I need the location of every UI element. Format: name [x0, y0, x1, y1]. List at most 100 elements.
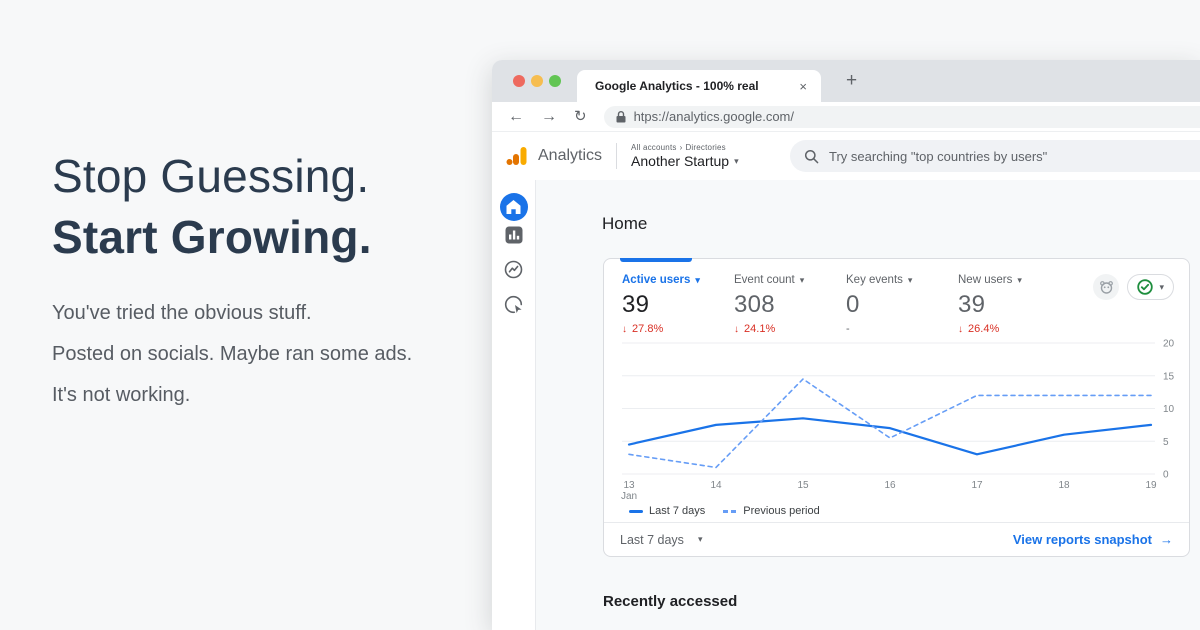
new-tab-button[interactable]: + [840, 68, 863, 94]
legend-item: Last 7 days [629, 505, 705, 517]
page-title: Home [602, 214, 647, 234]
dashed-line-icon [723, 510, 737, 513]
date-range-selector[interactable]: Last 7 days ▾ [620, 533, 702, 547]
search-icon [804, 149, 819, 164]
card-tools: ▾ [1093, 274, 1174, 300]
metric-label: Key events [846, 274, 903, 286]
analytics-logo-icon [505, 144, 529, 168]
svg-text:13: 13 [623, 480, 635, 491]
svg-text:0: 0 [1163, 470, 1169, 481]
insights-icon [1099, 280, 1114, 295]
cta-label: View reports snapshot [1013, 532, 1152, 547]
svg-text:15: 15 [797, 480, 809, 491]
series-solid [629, 418, 1151, 454]
svg-text:10: 10 [1163, 404, 1175, 415]
bar-chart-icon [505, 226, 523, 244]
chevron-icon: › [680, 143, 683, 152]
ga-search-bar[interactable] [790, 140, 1200, 172]
minimize-window-button[interactable] [531, 75, 543, 87]
home-icon [506, 200, 521, 214]
chart-legend: Last 7 days Previous period [629, 505, 820, 517]
tab-close-icon[interactable]: × [797, 79, 809, 94]
hero-body-line: You've tried the obvious stuff. [52, 293, 482, 334]
ga-header: Analytics All accounts›Directories Anoth… [492, 132, 1200, 180]
svg-text:Jan: Jan [621, 491, 637, 502]
chevron-down-icon: ▾ [1159, 282, 1164, 293]
browser-tab-strip: Google Analytics - 100% real × + [492, 60, 1200, 102]
hero-body-line: It's not working. [52, 375, 482, 416]
advertising-icon [504, 295, 523, 314]
card-footer: Last 7 days ▾ View reports snapshot → [604, 522, 1189, 556]
chevron-down-icon: ▾ [698, 534, 703, 545]
ga-body: Home Active users▾39↓ 27.8%Event count▾3… [492, 180, 1200, 630]
maximize-window-button[interactable] [549, 75, 561, 87]
browser-toolbar: ← → ↻ htps://analytics.google.com/ [492, 102, 1200, 132]
svg-text:18: 18 [1058, 480, 1070, 491]
arrow-right-icon: → [1160, 532, 1173, 547]
svg-text:19: 19 [1145, 480, 1157, 491]
metric-value: 39 [958, 291, 1070, 319]
hero-body-line: Posted on socials. Maybe ran some ads. [52, 334, 482, 375]
ga-main: Home Active users▾39↓ 27.8%Event count▾3… [536, 180, 1200, 630]
chevron-down-icon: ▾ [800, 275, 805, 286]
legend-item: Previous period [723, 505, 819, 517]
window-controls [513, 75, 561, 87]
forward-icon[interactable]: → [541, 109, 557, 125]
ga-sidebar [492, 180, 536, 630]
explore-icon [504, 260, 523, 279]
close-window-button[interactable] [513, 75, 525, 87]
chevron-down-icon: ▾ [734, 156, 739, 167]
insights-button[interactable] [1093, 274, 1119, 300]
address-bar[interactable]: htps://analytics.google.com/ [604, 106, 1200, 128]
solid-line-icon [629, 510, 643, 513]
reload-icon[interactable]: ↻ [574, 109, 587, 124]
sidebar-item-home[interactable] [500, 193, 528, 221]
series-dashed [629, 379, 1151, 467]
back-icon[interactable]: ← [508, 109, 524, 125]
hero-title-line2: Start Growing. [52, 207, 482, 268]
search-input[interactable] [829, 149, 1186, 164]
metric-active-users[interactable]: Active users▾39↓ 27.8% [622, 274, 734, 335]
hero-title-line1: Stop Guessing. [52, 146, 482, 207]
home-chart[interactable]: 0510152013141516171819Jan [604, 329, 1191, 505]
metric-label: Event count [734, 274, 795, 286]
metric-key-events[interactable]: Key events▾0- [846, 274, 958, 335]
ga-product-name: Analytics [538, 147, 602, 165]
metric-value: 39 [622, 291, 734, 319]
sidebar-item-reports[interactable] [504, 225, 524, 245]
home-overview-card: Active users▾39↓ 27.8%Event count▾308↓ 2… [603, 258, 1190, 557]
metric-label: New users [958, 274, 1012, 286]
account-switcher[interactable]: All accounts›Directories Another Startup… [631, 143, 739, 169]
metric-event-count[interactable]: Event count▾308↓ 24.1% [734, 274, 846, 335]
active-metric-indicator [620, 258, 692, 262]
legend-label: Previous period [743, 505, 819, 517]
sidebar-item-explore[interactable] [504, 259, 524, 279]
metric-label: Active users [622, 274, 690, 286]
svg-text:20: 20 [1163, 339, 1175, 350]
account-name: Another Startup [631, 153, 729, 169]
recently-accessed-title: Recently accessed [603, 593, 737, 610]
chevron-down-icon: ▾ [1017, 275, 1022, 286]
chevron-down-icon: ▾ [695, 275, 700, 286]
hero-body: You've tried the obvious stuff. Posted o… [52, 293, 482, 416]
metric-new-users[interactable]: New users▾39↓ 26.4% [958, 274, 1070, 335]
breadcrumb: All accounts›Directories [631, 143, 739, 152]
data-quality-button[interactable]: ▾ [1127, 274, 1174, 300]
sidebar-item-advertising[interactable] [504, 294, 524, 314]
metric-value: 0 [846, 291, 958, 319]
svg-text:5: 5 [1163, 437, 1169, 448]
view-reports-snapshot-link[interactable]: View reports snapshot → [1013, 532, 1173, 547]
tab-title: Google Analytics - 100% real [595, 79, 797, 93]
svg-text:14: 14 [710, 480, 722, 491]
metric-value: 308 [734, 291, 846, 319]
legend-label: Last 7 days [649, 505, 705, 517]
svg-text:15: 15 [1163, 371, 1175, 382]
url-text: htps://analytics.google.com/ [634, 109, 794, 124]
browser-tab[interactable]: Google Analytics - 100% real × [577, 70, 821, 102]
header-divider [616, 143, 617, 169]
check-circle-icon [1137, 279, 1153, 295]
lock-icon [616, 111, 626, 123]
hero-section: Stop Guessing. Start Growing. You've tri… [52, 146, 482, 416]
svg-text:16: 16 [884, 480, 896, 491]
browser-window: Google Analytics - 100% real × + ← → ↻ h… [492, 60, 1200, 630]
